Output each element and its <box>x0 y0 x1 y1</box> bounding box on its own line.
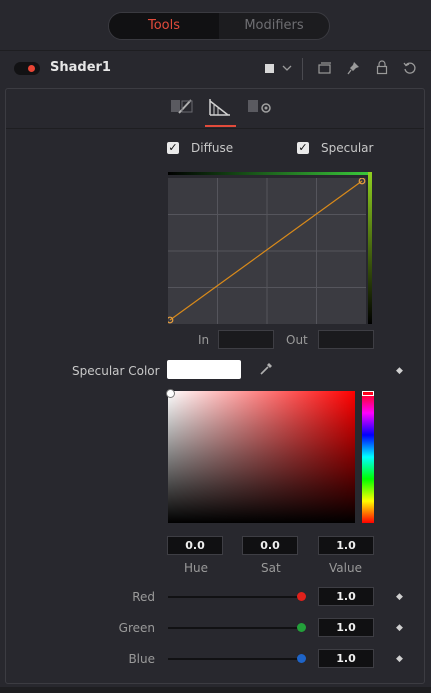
green-label: Green <box>118 621 155 635</box>
curve-right-gradient <box>368 172 372 324</box>
red-slider-knob[interactable] <box>297 592 306 601</box>
keyframe-diamond[interactable]: ◆ <box>396 366 403 376</box>
settings-icon[interactable] <box>247 98 273 116</box>
sat-label: Sat <box>261 561 281 575</box>
blue-slider-track[interactable] <box>168 658 302 660</box>
diffuse-label: Diffuse <box>191 141 234 155</box>
specular-label: Specular <box>321 141 374 155</box>
green-field[interactable]: 1.0 <box>318 618 374 637</box>
node-enable-toggle[interactable] <box>14 62 40 75</box>
in-field[interactable] <box>218 330 274 349</box>
keyframe-diamond[interactable]: ◆ <box>396 623 403 633</box>
red-label: Red <box>132 590 155 604</box>
picker-cursor[interactable] <box>166 389 175 398</box>
hue-handle[interactable] <box>362 391 374 396</box>
specular-color-swatch[interactable] <box>167 360 241 379</box>
color-swatch-square[interactable] <box>265 64 274 73</box>
paint-icon[interactable] <box>170 98 194 116</box>
specular-color-label: Specular Color <box>72 364 160 378</box>
blue-label: Blue <box>128 652 155 666</box>
divider <box>0 50 431 51</box>
window-icon[interactable] <box>318 62 332 74</box>
value-field[interactable]: 1.0 <box>318 536 374 555</box>
tab-tools[interactable]: Tools <box>109 13 219 39</box>
sat-field[interactable]: 0.0 <box>242 536 298 555</box>
red-slider-track[interactable] <box>168 596 302 598</box>
curve-editor[interactable] <box>168 178 366 324</box>
value-label: Value <box>329 561 362 575</box>
curve-top-gradient <box>168 172 368 175</box>
keyframe-diamond[interactable]: ◆ <box>396 592 403 602</box>
out-label: Out <box>286 333 308 347</box>
pin-icon[interactable] <box>347 61 360 75</box>
curve-icon[interactable] <box>208 97 232 117</box>
hue-field[interactable]: 0.0 <box>167 536 223 555</box>
out-field[interactable] <box>318 330 374 349</box>
bottom-strip <box>0 687 431 693</box>
hue-label: Hue <box>184 561 209 575</box>
blue-field[interactable]: 1.0 <box>318 649 374 668</box>
specular-checkbox[interactable]: ✓ <box>297 142 309 154</box>
hue-bar[interactable] <box>362 391 374 523</box>
in-label: In <box>198 333 210 347</box>
green-slider-track[interactable] <box>168 627 302 629</box>
eyedropper-icon[interactable] <box>259 362 273 376</box>
blue-slider-knob[interactable] <box>297 654 306 663</box>
red-field[interactable]: 1.0 <box>318 587 374 606</box>
toggle-dot <box>28 65 35 72</box>
green-slider-knob[interactable] <box>297 623 306 632</box>
lock-icon[interactable] <box>376 60 388 75</box>
curve-graph <box>168 178 366 324</box>
keyframe-diamond[interactable]: ◆ <box>396 654 403 664</box>
divider <box>302 58 303 80</box>
reset-icon[interactable] <box>403 61 417 75</box>
diffuse-checkbox[interactable]: ✓ <box>167 142 179 154</box>
tab-modifiers[interactable]: Modifiers <box>219 13 329 39</box>
chevron-down-icon[interactable] <box>282 64 292 72</box>
active-subtab-underline <box>205 125 236 127</box>
tab-switcher: Tools Modifiers <box>108 12 330 40</box>
color-picker-area[interactable] <box>168 391 355 523</box>
divider <box>6 128 424 129</box>
node-name: Shader1 <box>50 60 111 75</box>
